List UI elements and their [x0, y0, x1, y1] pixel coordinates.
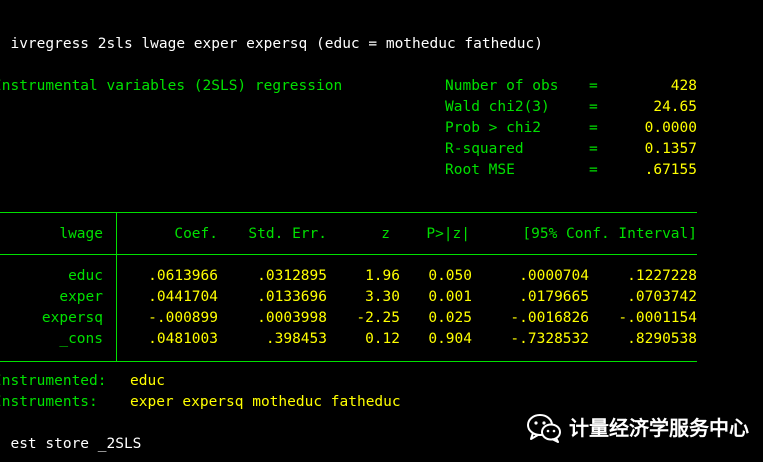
- stat-label: Wald chi2(3): [445, 99, 550, 115]
- watermark-text: 计量经济学服务中心: [569, 415, 749, 440]
- table-top-rule: [0, 212, 697, 213]
- row-ci-low: .0000704: [519, 268, 589, 284]
- row-pvalue: 0.025: [428, 310, 472, 326]
- row-stderr: .0133696: [257, 289, 327, 305]
- row-coef: .0441704: [148, 289, 218, 305]
- row-ci-low: .0179665: [519, 289, 589, 305]
- row-pvalue: 0.050: [428, 268, 472, 284]
- header-depvar: lwage: [59, 226, 103, 242]
- stat-label: Number of obs: [445, 78, 559, 94]
- stat-eq: =: [589, 78, 598, 94]
- stat-eq: =: [589, 162, 598, 178]
- header-conf-interval: [95% Conf. Interval]: [522, 226, 697, 242]
- stat-eq: =: [589, 141, 598, 157]
- row-z: -2.25: [356, 310, 400, 326]
- row-pvalue: 0.001: [428, 289, 472, 305]
- row-z: 1.96: [365, 268, 400, 284]
- stat-label: Prob > chi2: [445, 120, 542, 136]
- row-var: exper: [59, 289, 103, 305]
- row-stderr: .0003998: [257, 310, 327, 326]
- row-ci-high: .8290538: [627, 331, 697, 347]
- stat-value: 0.0000: [644, 120, 697, 136]
- prompt-marker: .: [0, 2, 2, 23]
- instrumented-value: educ: [130, 373, 165, 389]
- watermark: 计量经济学服务中心: [527, 412, 749, 444]
- row-var: _cons: [59, 331, 103, 347]
- row-ci-high: .0703742: [627, 289, 697, 305]
- stat-eq: =: [589, 99, 598, 115]
- row-z: 0.12: [365, 331, 400, 347]
- row-ci-low: -.0016826: [510, 310, 589, 326]
- wechat-icon: [527, 414, 561, 443]
- row-pvalue: 0.904: [428, 331, 472, 347]
- stat-eq: =: [589, 120, 598, 136]
- row-z: 3.30: [365, 289, 400, 305]
- stat-value: 428: [670, 78, 697, 94]
- instrumented-label: Instrumented:: [0, 373, 107, 389]
- model-title: Instrumental variables (2SLS) regression: [0, 78, 343, 94]
- header-stderr: Std. Err.: [248, 226, 327, 242]
- row-coef: -.000899: [148, 310, 218, 326]
- row-coef: .0613966: [148, 268, 218, 284]
- command-line: . ivregress 2sls lwage exper expersq (ed…: [0, 36, 543, 52]
- table-column-separator: [116, 212, 117, 362]
- instruments-value: exper expersq motheduc fatheduc: [130, 394, 401, 410]
- stat-value: .67155: [644, 162, 697, 178]
- instruments-label: Instruments:: [0, 394, 98, 410]
- header-coef: Coef.: [174, 226, 218, 242]
- row-stderr: .0312895: [257, 268, 327, 284]
- row-ci-high: .1227228: [627, 268, 697, 284]
- header-pvalue: P>|z|: [426, 226, 470, 242]
- table-header-rule: [0, 254, 697, 255]
- header-z: z: [381, 226, 390, 242]
- stat-label: Root MSE: [445, 162, 515, 178]
- row-ci-high: -.0001154: [618, 310, 697, 326]
- row-var: educ: [68, 268, 103, 284]
- row-coef: .0481003: [148, 331, 218, 347]
- stat-value: 0.1357: [644, 141, 697, 157]
- last-command-line: . est store _2SLS: [0, 436, 142, 452]
- stat-value: 24.65: [653, 99, 697, 115]
- row-ci-low: -.7328532: [510, 331, 589, 347]
- stat-label: R-squared: [445, 141, 524, 157]
- row-var: expersq: [41, 310, 103, 326]
- table-bottom-rule: [0, 361, 697, 362]
- row-stderr: .398453: [265, 331, 327, 347]
